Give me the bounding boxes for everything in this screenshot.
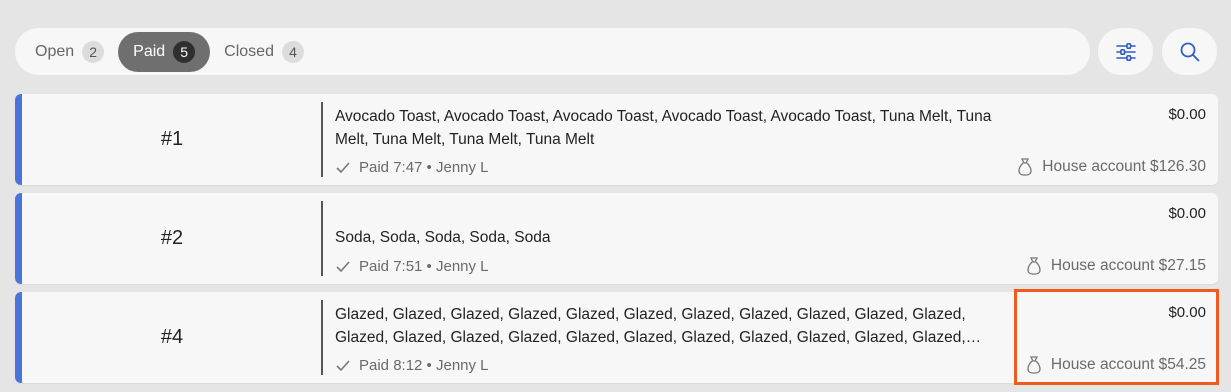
payment-method: House account $126.30 xyxy=(1018,158,1206,176)
order-status: Paid 7:51 • Jenny L xyxy=(335,258,489,275)
order-items: Soda, Soda, Soda, Soda, Soda xyxy=(335,229,551,246)
card-accent-bar xyxy=(15,193,22,284)
money-bag-icon xyxy=(1027,257,1041,275)
tab-closed-label: Closed xyxy=(224,42,274,60)
money-bag-icon xyxy=(1018,158,1032,176)
search-icon xyxy=(1180,42,1199,61)
check-icon xyxy=(336,161,350,173)
card-accent-bar xyxy=(15,292,22,383)
order-number: #2 xyxy=(160,227,184,249)
check-icon xyxy=(336,260,350,272)
order-total: $0.00 xyxy=(1168,304,1206,321)
tab-open-count-badge: 2 xyxy=(82,40,105,63)
order-card[interactable]: #4 Glazed, Glazed, Glazed, Glazed, Glaze… xyxy=(15,292,1218,383)
order-number: #1 xyxy=(160,128,184,150)
payment-method: House account $27.15 xyxy=(1027,257,1206,275)
money-bag-icon xyxy=(1027,356,1041,374)
order-total: $0.00 xyxy=(1168,205,1206,222)
card-divider xyxy=(321,300,323,375)
order-total: $0.00 xyxy=(1168,106,1206,123)
card-accent-bar xyxy=(15,94,22,185)
order-status-text: Paid 7:47 • Jenny L xyxy=(359,159,489,176)
card-divider xyxy=(321,201,323,276)
payment-method-text: House account $126.30 xyxy=(1042,158,1206,175)
search-button[interactable] xyxy=(1162,28,1217,75)
tab-open-label: Open xyxy=(35,42,75,60)
tab-paid-count-badge: 5 xyxy=(173,40,196,63)
card-divider xyxy=(321,102,323,177)
payment-method: House account $54.25 xyxy=(1027,356,1206,374)
payment-method-text: House account $54.25 xyxy=(1050,356,1206,373)
tab-open[interactable]: Open 2 xyxy=(23,32,116,72)
order-status: Paid 7:47 • Jenny L xyxy=(335,159,489,176)
order-status: Paid 8:12 • Jenny L xyxy=(335,357,489,374)
order-status-text: Paid 7:51 • Jenny L xyxy=(359,258,489,275)
sliders-icon xyxy=(1115,42,1136,61)
tab-paid-label: Paid xyxy=(133,42,166,60)
order-items: Avocado Toast, Avocado Toast, Avocado To… xyxy=(335,108,992,148)
order-number: #4 xyxy=(160,326,184,348)
order-card[interactable]: #2 Soda, Soda, Soda, Soda, Soda Paid 7:5… xyxy=(15,193,1218,284)
order-card[interactable]: #1 Avocado Toast, Avocado Toast, Avocado… xyxy=(15,94,1218,185)
order-status-text: Paid 8:12 • Jenny L xyxy=(359,357,489,374)
filter-button[interactable] xyxy=(1098,28,1153,75)
tab-paid[interactable]: Paid 5 xyxy=(118,31,211,72)
order-items: Glazed, Glazed, Glazed, Glazed, Glazed, … xyxy=(335,306,966,346)
check-icon xyxy=(336,359,350,371)
tab-closed[interactable]: Closed 4 xyxy=(212,32,316,72)
payment-method-text: House account $27.15 xyxy=(1050,257,1206,274)
tab-closed-count-badge: 4 xyxy=(281,40,304,63)
filter-tab-bar: Open 2 Paid 5 Closed 4 xyxy=(15,28,1090,75)
